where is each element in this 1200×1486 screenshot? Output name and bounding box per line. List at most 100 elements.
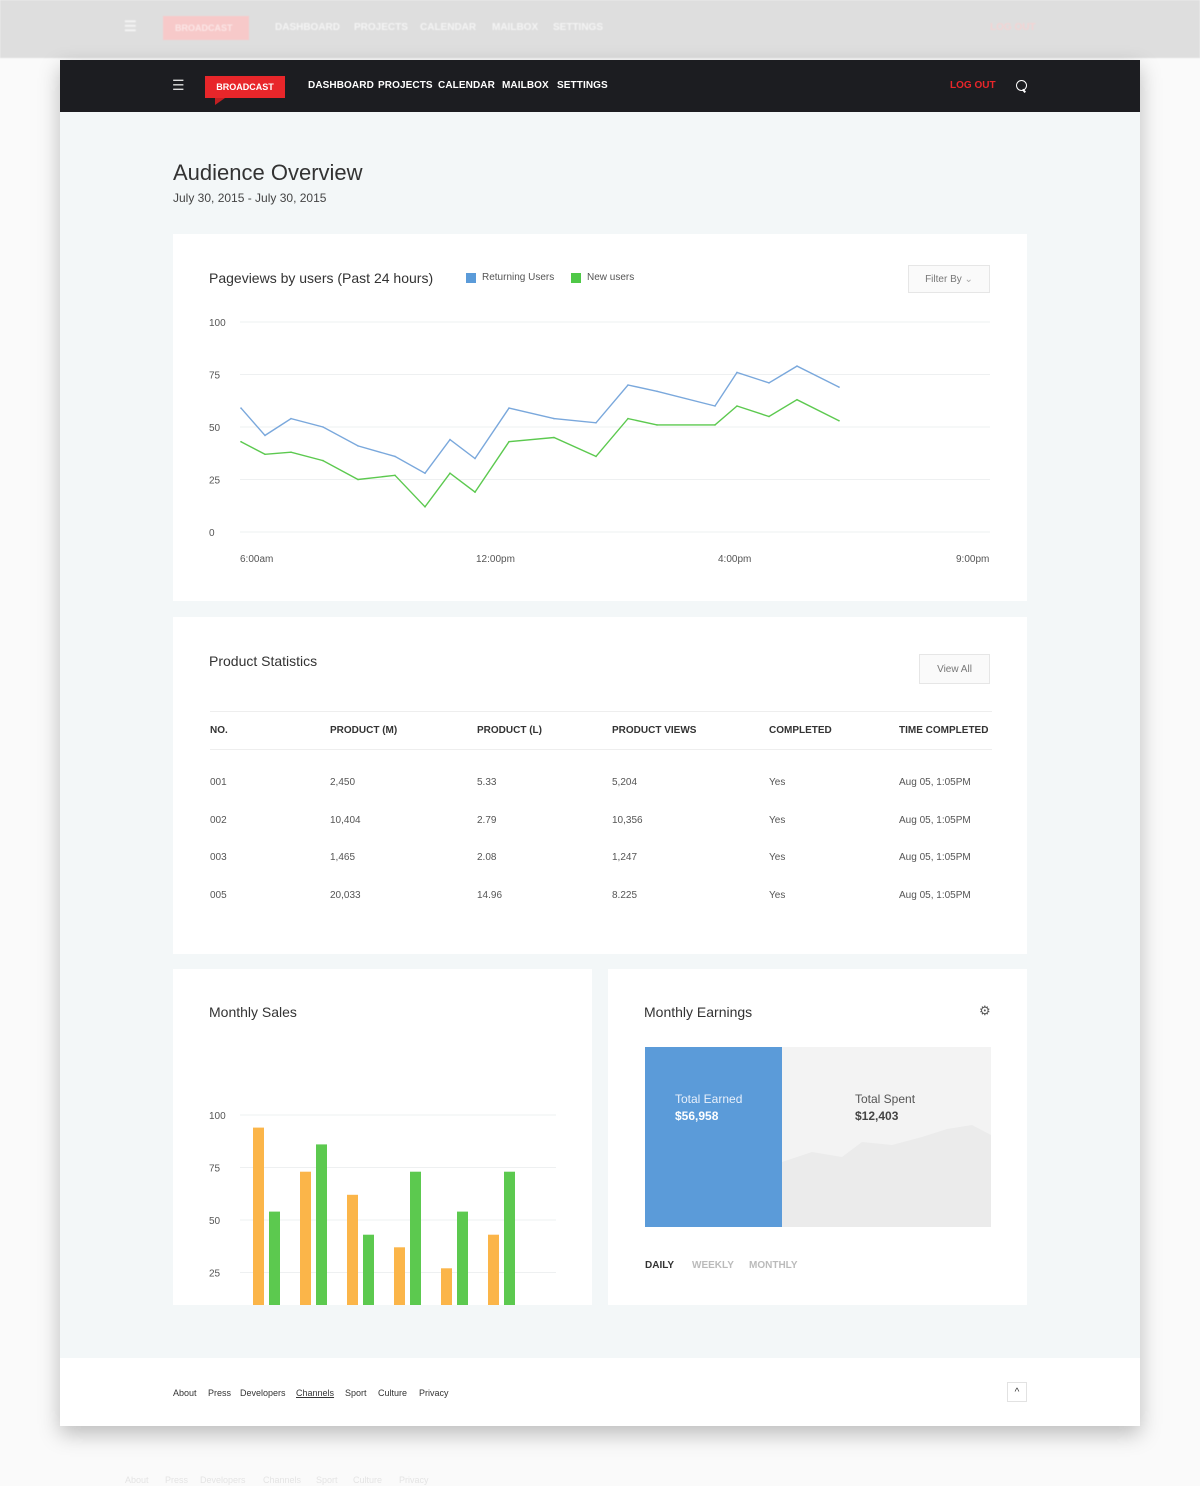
table-cell: 005: [210, 889, 227, 901]
gear-icon[interactable]: ⚙: [979, 1003, 991, 1019]
tab-monthly[interactable]: MONTHLY: [749, 1260, 798, 1271]
data-point: [474, 491, 476, 493]
bar: [457, 1211, 468, 1305]
data-point: [553, 436, 555, 439]
data-point: [736, 405, 738, 407]
series-line-returning-users: [240, 365, 840, 475]
y-tick-label: 25: [209, 1269, 221, 1280]
y-tick-label: 50: [209, 423, 221, 434]
total-earned-value: $56,958: [675, 1109, 719, 1123]
x-tick-label: 9:00pm: [956, 554, 989, 565]
data-point: [474, 457, 476, 460]
bar: [410, 1171, 421, 1305]
bar: [269, 1211, 280, 1305]
footer-channels[interactable]: Channels: [296, 1388, 334, 1398]
x-tick-label: 6:00am: [240, 554, 273, 565]
data-point: [796, 398, 798, 401]
nav-projects[interactable]: PROJECTS: [378, 80, 433, 91]
blurred-background-navbar: ☰ BROADCAST DASHBOARD PROJECTS CALENDAR …: [0, 0, 1200, 58]
data-point: [796, 365, 798, 367]
ghost-footer-link: Culture: [353, 1475, 383, 1485]
logout-link[interactable]: LOG OUT: [950, 80, 996, 91]
data-point: [714, 424, 716, 426]
data-point: [768, 415, 770, 418]
pageviews-line-chart: 0 25 50 75 100 6:00am 12:00pm 4:00pm 9:00pm: [209, 318, 990, 565]
footer-press[interactable]: Press: [208, 1388, 231, 1398]
data-point: [240, 407, 242, 409]
total-spent-value: $12,403: [855, 1109, 899, 1123]
data-point: [394, 455, 396, 458]
nav-dashboard[interactable]: DASHBOARD: [308, 80, 374, 91]
nav-mailbox[interactable]: MAILBOX: [502, 80, 549, 91]
data-point: [449, 438, 451, 441]
bar: [441, 1268, 452, 1305]
data-point: [768, 382, 770, 384]
bar: [253, 1127, 264, 1305]
ghost-logout: LOG OUT: [990, 22, 1036, 33]
hamburger-menu-icon[interactable]: ☰: [172, 78, 185, 92]
ghost-nav-item: SETTINGS: [553, 22, 604, 33]
view-all-button[interactable]: View All: [919, 654, 990, 684]
table-cell: 001: [210, 777, 227, 789]
table-cell: Yes: [769, 889, 786, 901]
data-point: [736, 371, 738, 374]
data-point: [553, 417, 555, 420]
data-point: [508, 440, 510, 443]
data-point: [838, 419, 840, 422]
broadcast-button[interactable]: BROADCAST: [205, 76, 285, 105]
data-point: [656, 390, 658, 393]
total-spent-panel: Total Spent $12,403: [782, 1047, 991, 1227]
column-header: PRODUCT (L): [477, 711, 612, 750]
footer-culture[interactable]: Culture: [378, 1388, 407, 1398]
table-cell: Yes: [769, 814, 786, 826]
table-cell: Aug 05, 1:05PM: [899, 777, 971, 789]
y-tick-label: 75: [209, 371, 221, 382]
table-cell: 20,033: [330, 889, 361, 901]
bar: [363, 1234, 374, 1305]
monthly-earnings-card: Monthly Earnings ⚙ Total Earned $56,958 …: [608, 969, 1027, 1305]
data-point: [838, 386, 840, 388]
search-icon[interactable]: [1016, 80, 1027, 91]
page-title: Audience Overview: [173, 160, 363, 185]
ghost-nav-item: CALENDAR: [420, 22, 477, 33]
footer-developers[interactable]: Developers: [240, 1388, 286, 1398]
data-point: [264, 453, 266, 456]
data-point: [394, 474, 396, 477]
nav-calendar[interactable]: CALENDAR: [438, 80, 495, 91]
data-point: [322, 459, 324, 462]
data-point: [290, 451, 292, 453]
x-tick-label: 4:00pm: [718, 554, 751, 565]
column-header: COMPLETED: [769, 711, 899, 750]
footer-about[interactable]: About: [173, 1388, 197, 1398]
data-point: [290, 417, 292, 420]
table-cell: 10,356: [612, 814, 643, 826]
y-tick-label: 25: [209, 476, 221, 487]
bar: [504, 1171, 515, 1305]
y-tick-label: 100: [209, 1111, 226, 1122]
bar: [394, 1247, 405, 1305]
bar: [316, 1144, 327, 1305]
bar: [488, 1234, 499, 1305]
monthly-earnings-title: Monthly Earnings: [644, 1004, 753, 1020]
menu-icon: ☰: [124, 18, 137, 34]
scroll-to-top-button[interactable]: ^: [1007, 1382, 1027, 1402]
tab-daily[interactable]: DAILY: [645, 1260, 674, 1271]
data-point: [424, 472, 426, 474]
footer-sport[interactable]: Sport: [345, 1388, 367, 1398]
product-statistics-card: Product Statistics View All NO. PRODUCT (…: [173, 617, 1027, 954]
table-cell: 2.08: [477, 852, 497, 864]
x-tick-label: 12:00pm: [476, 554, 515, 565]
top-navbar: ☰ BROADCAST DASHBOARD PROJECTS CALENDAR …: [60, 60, 1140, 112]
tab-weekly[interactable]: WEEKLY: [692, 1260, 734, 1271]
y-tick-label: 100: [209, 318, 226, 329]
ghost-footer-link: About: [125, 1475, 149, 1485]
footer-privacy[interactable]: Privacy: [419, 1388, 449, 1398]
nav-settings[interactable]: SETTINGS: [557, 80, 608, 91]
data-point: [656, 424, 658, 426]
data-point: [449, 472, 451, 474]
footer: About Press Developers Channels Sport Cu…: [60, 1358, 1140, 1426]
table-cell: 5.33: [477, 777, 497, 789]
table-cell: Yes: [769, 777, 786, 789]
ghost-footer-link: Privacy: [399, 1475, 429, 1485]
table-row: 002 10,404 2.79 10,356 Yes Aug 05, 1:05PM: [210, 802, 992, 840]
